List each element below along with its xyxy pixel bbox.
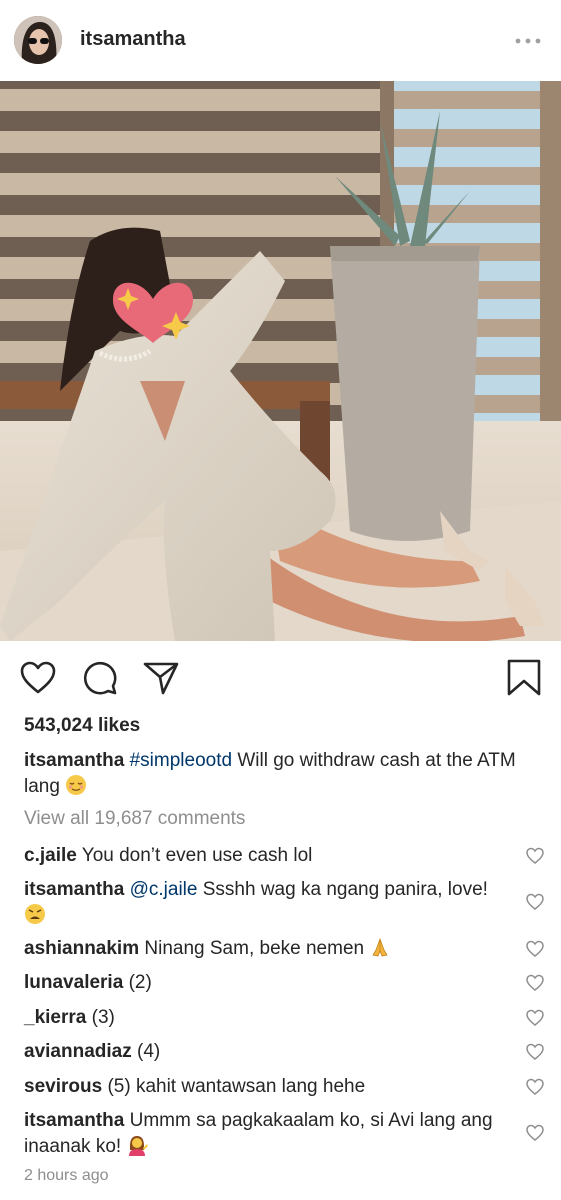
like-heart-icon[interactable] (18, 658, 58, 698)
avatar[interactable] (14, 16, 62, 64)
comment-row: c.jaile You don’t even use cash lol (24, 843, 504, 869)
action-bar (0, 652, 561, 704)
comment-text: (5) kahit wantawsan lang hehe (107, 1076, 366, 1097)
comment-username[interactable]: itsamantha (24, 1110, 124, 1131)
comment-row: itsamantha Ummm sa pagkakaalam ko, si Av… (24, 1108, 504, 1160)
weary-face-icon (24, 903, 46, 925)
comment-row: ashiannakim Ninang Sam, beke nemen (24, 936, 504, 962)
comment-like-icon[interactable] (525, 1077, 545, 1097)
more-options-icon[interactable] (514, 34, 542, 46)
comment-like-icon[interactable] (525, 939, 545, 959)
comment-text: (3) (91, 1007, 115, 1028)
comment-text: (4) (137, 1041, 161, 1062)
comment-like-icon[interactable] (525, 1042, 545, 1062)
comment-username[interactable]: lunavaleria (24, 972, 123, 993)
comment-text: Ssshh wag ka ngang panira, love! (202, 879, 488, 900)
post-timestamp: 2 hours ago (24, 1167, 109, 1184)
post-username[interactable]: itsamantha (80, 28, 186, 51)
person-tipping-hand-icon (126, 1134, 149, 1156)
comment-like-icon[interactable] (525, 892, 545, 912)
comment-mention[interactable]: @c.jaile (130, 879, 198, 900)
comment-username[interactable]: aviannadiaz (24, 1041, 132, 1062)
view-all-comments-link[interactable]: View all 19,687 comments (24, 808, 245, 830)
comment-username[interactable]: c.jaile (24, 845, 77, 866)
comment-row: aviannadiaz (4) (24, 1039, 504, 1065)
post-header: itsamantha (0, 0, 561, 80)
caption-username[interactable]: itsamantha (24, 750, 124, 771)
comment-like-icon[interactable] (525, 1123, 545, 1143)
bookmark-icon[interactable] (504, 658, 544, 698)
comment-bubble-icon[interactable] (80, 658, 120, 698)
comment-username[interactable]: ashiannakim (24, 938, 139, 959)
comment-username[interactable]: sevirous (24, 1076, 102, 1097)
comment-like-icon[interactable] (525, 1008, 545, 1028)
caption-hashtag[interactable]: #simpleootd (130, 750, 232, 771)
post-photo[interactable] (0, 81, 561, 641)
likes-count[interactable]: 543,024 likes (24, 715, 140, 737)
comment-like-icon[interactable] (525, 846, 545, 866)
comment-row: itsamantha @c.jaile Ssshh wag ka ngang p… (24, 877, 504, 929)
comment-text: You don’t even use cash lol (81, 845, 313, 866)
relieved-face-icon (65, 774, 87, 796)
comment-username[interactable]: itsamantha (24, 879, 124, 900)
folded-hands-icon (369, 936, 391, 958)
comment-row: lunavaleria (2) (24, 970, 504, 996)
comment-like-icon[interactable] (525, 973, 545, 993)
share-direct-icon[interactable] (141, 658, 181, 698)
comment-text: Ninang Sam, beke nemen (144, 938, 365, 959)
comment-row: sevirous (5) kahit wantawsan lang hehe (24, 1074, 504, 1100)
comment-row: _kierra (3) (24, 1005, 504, 1031)
post-caption: itsamantha #simpleootd Will go withdraw … (24, 748, 544, 800)
comment-text: (2) (128, 972, 152, 993)
comment-username[interactable]: _kierra (24, 1007, 86, 1028)
